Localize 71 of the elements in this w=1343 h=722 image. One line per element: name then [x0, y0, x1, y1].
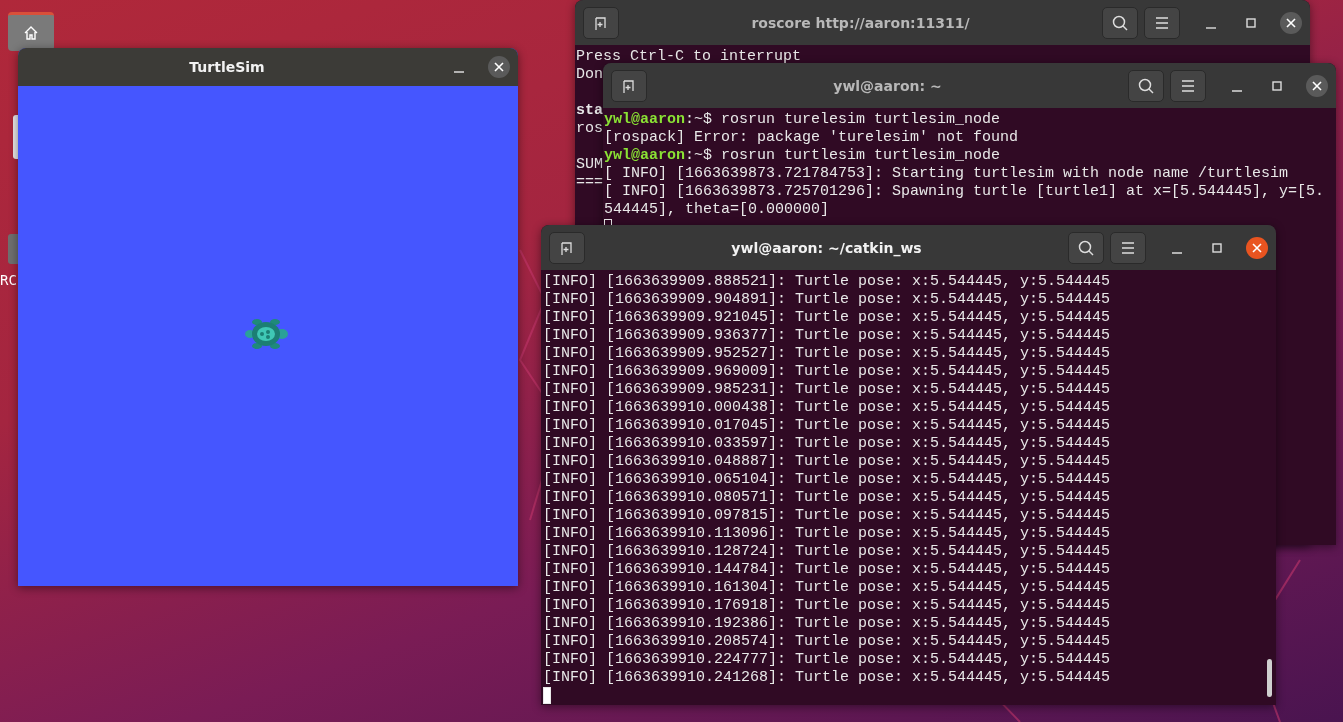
terminal-line: [ INFO] [1663639873.721784753]: Starting turtlesim with node name /turtlesim	[604, 165, 1289, 183]
terminal-line: [INFO] [1663639910.144784]: Turtle pose: x:5.544445, y:5.544445	[543, 561, 1111, 579]
terminal-line: [INFO] [1663639909.952527]: Turtle pose: x:5.544445, y:5.544445	[543, 345, 1111, 363]
new-tab-button[interactable]	[611, 69, 647, 102]
minimize-icon	[1206, 26, 1216, 29]
terminal-line: [INFO] [1663639909.904891]: Turtle pose: x:5.544445, y:5.544445	[543, 291, 1111, 309]
minimize-icon	[454, 71, 464, 73]
new-tab-button[interactable]	[583, 6, 619, 39]
window-title: TurtleSim	[188, 59, 266, 75]
menu-button[interactable]	[1170, 69, 1206, 102]
terminal-line: [INFO] [1663639910.128724]: Turtle pose: x:5.544445, y:5.544445	[543, 543, 1111, 561]
terminal-line: [INFO] [1663639910.176918]: Turtle pose: x:5.544445, y:5.544445	[543, 597, 1111, 615]
minimize-icon	[1172, 251, 1182, 254]
search-icon	[1077, 238, 1095, 257]
close-button[interactable]	[488, 56, 510, 78]
maximize-icon	[1272, 80, 1282, 91]
terminal-line: [INFO] [1663639910.048887]: Turtle pose: x:5.544445, y:5.544445	[543, 453, 1111, 471]
terminal-line: [INFO] [1663639910.192386]: Turtle pose: x:5.544445, y:5.544445	[543, 615, 1111, 633]
terminal-line: [INFO] [1663639910.113096]: Turtle pose: x:5.544445, y:5.544445	[543, 525, 1111, 543]
terminal-line: SUM	[576, 156, 603, 174]
terminal-line: [ INFO] [1663639873.725701296]: Spawning turtle [turtle1] at x=[5.544445], y=[5.544445], theta=[0.000000]	[604, 183, 1325, 219]
terminal-line: ros	[576, 120, 603, 138]
prompt-user: ywl@aaron	[604, 111, 685, 128]
terminal-line: [rospack] Error: package 'turelesim' not found	[604, 129, 1019, 147]
home-icon	[22, 24, 40, 42]
desktop-icon-label: RC	[0, 272, 17, 288]
close-icon	[1312, 80, 1322, 91]
search-icon	[1111, 13, 1129, 32]
new-tab-button[interactable]	[549, 231, 585, 264]
terminal-line: [INFO] [1663639910.065104]: Turtle pose: x:5.544445, y:5.544445	[543, 471, 1111, 489]
close-button[interactable]	[1246, 236, 1268, 259]
close-icon	[1286, 17, 1296, 28]
menu-button[interactable]	[1110, 231, 1146, 264]
terminal-line: [INFO] [1663639910.097815]: Turtle pose: x:5.544445, y:5.544445	[543, 507, 1111, 525]
terminal-line: [INFO] [1663639910.080571]: Turtle pose: x:5.544445, y:5.544445	[543, 489, 1111, 507]
maximize-icon	[1246, 17, 1256, 28]
window-title: roscore http://aaron:11311/	[750, 14, 971, 31]
terminal-line: ===	[576, 174, 603, 192]
search-icon	[1137, 76, 1155, 95]
terminal-line: [INFO] [1663639910.241268]: Turtle pose: x:5.544445, y:5.544445	[543, 669, 1111, 687]
terminal-line: sta	[576, 102, 603, 120]
terminal-line: [INFO] [1663639910.000438]: Turtle pose: x:5.544445, y:5.544445	[543, 399, 1111, 417]
terminal-line: [INFO] [1663639910.033597]: Turtle pose: x:5.544445, y:5.544445	[543, 435, 1111, 453]
search-button[interactable]	[1128, 69, 1164, 102]
terminal-line: [INFO] [1663639909.985231]: Turtle pose: x:5.544445, y:5.544445	[543, 381, 1111, 399]
window-title: ywl@aaron: ~	[832, 77, 943, 94]
minimize-icon	[1232, 89, 1242, 92]
menu-button[interactable]	[1144, 6, 1180, 39]
terminal-line: [INFO] [1663639910.017045]: Turtle pose: x:5.544445, y:5.544445	[543, 417, 1111, 435]
terminal-line: [INFO] [1663639909.936377]: Turtle pose: x:5.544445, y:5.544445	[543, 327, 1111, 345]
terminal-line: Press Ctrl-C to interrupt	[576, 48, 802, 66]
home-folder-icon[interactable]	[8, 12, 54, 51]
terminal-line: [INFO] [1663639909.888521]: Turtle pose: x:5.544445, y:5.544445	[543, 273, 1111, 291]
command-text: :~$ rosrun turtlesim turtlesim_node	[685, 147, 1001, 164]
search-button[interactable]	[1068, 231, 1104, 264]
terminal-line: [INFO] [1663639909.969009]: Turtle pose: x:5.544445, y:5.544445	[543, 363, 1111, 381]
terminal-line: Don	[576, 66, 603, 84]
command-text: :~$ rosrun turelesim turtlesim_node	[685, 111, 1001, 128]
prompt-user: ywl@aaron	[604, 147, 685, 164]
terminal-line: [INFO] [1663639910.224777]: Turtle pose: x:5.544445, y:5.544445	[543, 651, 1111, 669]
terminal-line: [INFO] [1663639910.161304]: Turtle pose: x:5.544445, y:5.544445	[543, 579, 1111, 597]
search-button[interactable]	[1102, 6, 1138, 39]
maximize-icon	[1212, 242, 1222, 253]
scrollbar-thumb[interactable]	[1267, 659, 1272, 697]
close-button[interactable]	[1280, 11, 1302, 34]
terminal-line: [INFO] [1663639910.208574]: Turtle pose: x:5.544445, y:5.544445	[543, 633, 1111, 651]
close-icon	[494, 62, 504, 72]
close-button[interactable]	[1306, 74, 1328, 97]
terminal-line: [INFO] [1663639909.921045]: Turtle pose: x:5.544445, y:5.544445	[543, 309, 1111, 327]
window-title: ywl@aaron: ~/catkin_ws	[730, 239, 923, 256]
close-icon	[1252, 242, 1262, 253]
